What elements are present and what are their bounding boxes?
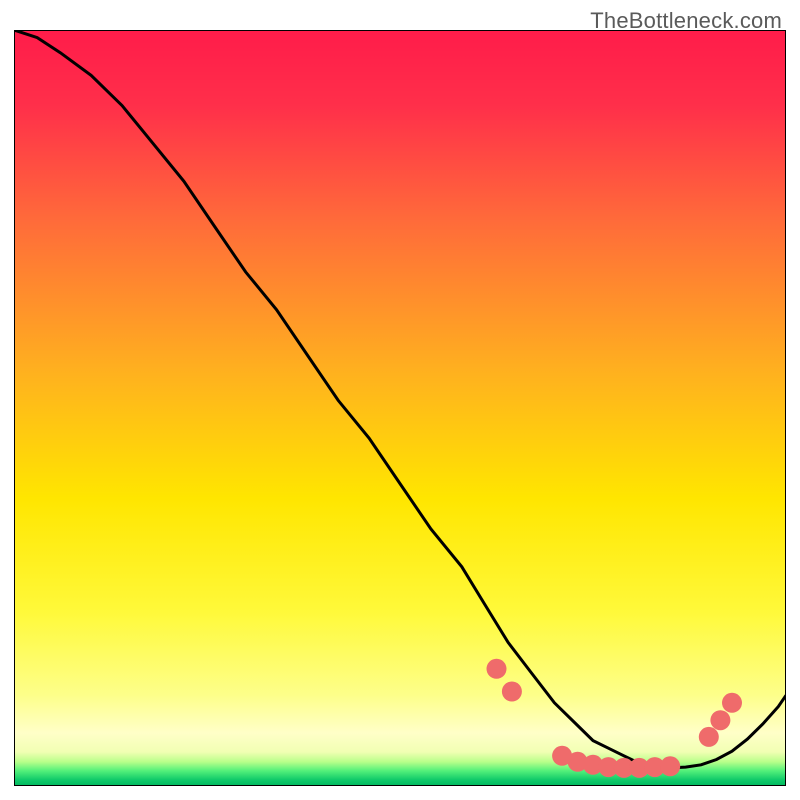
- marker-dot: [722, 693, 742, 713]
- marker-dot: [487, 659, 507, 679]
- marker-dot: [660, 756, 680, 776]
- marker-dot: [710, 710, 730, 730]
- chart-container: [14, 30, 786, 786]
- marker-dot: [699, 727, 719, 747]
- gradient-background: [14, 30, 786, 786]
- watermark-text: TheBottleneck.com: [590, 8, 782, 34]
- chart-svg: [14, 30, 786, 786]
- marker-dot: [502, 682, 522, 702]
